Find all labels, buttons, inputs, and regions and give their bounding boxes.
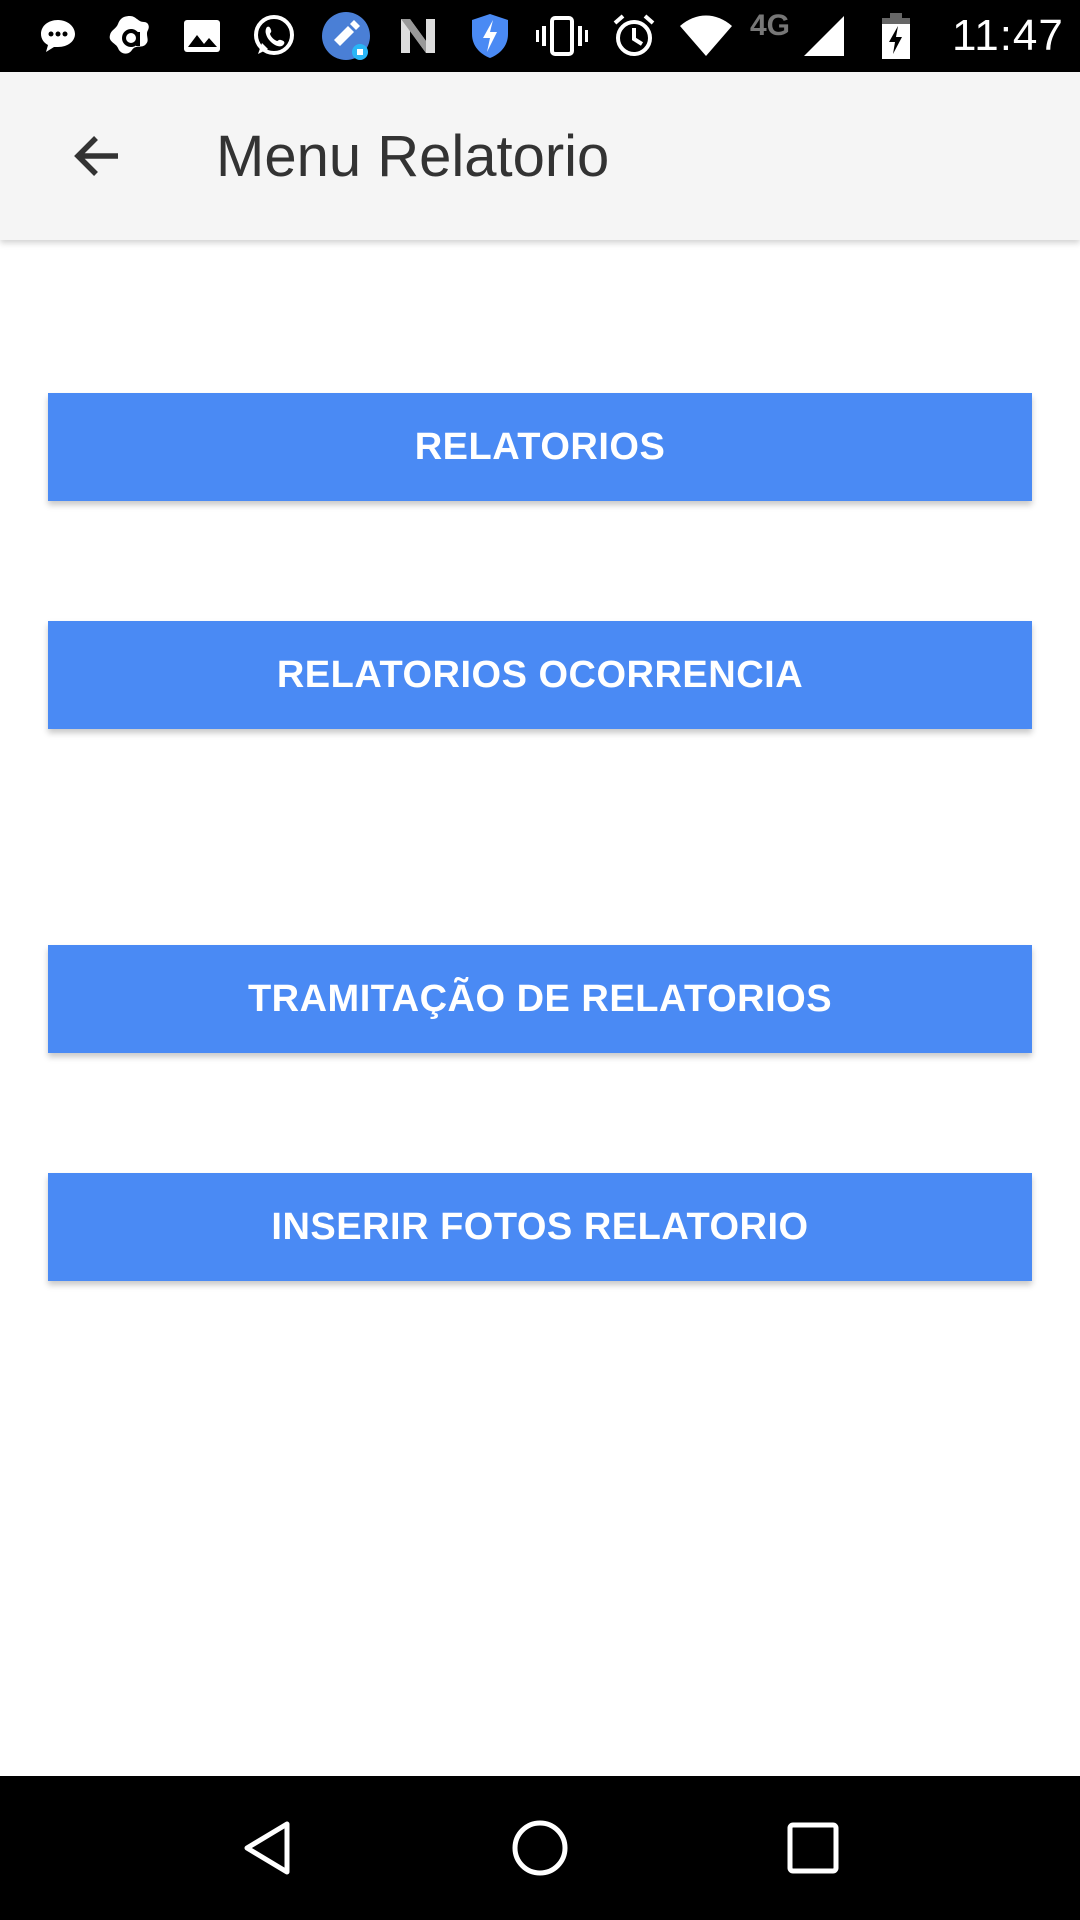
system-nav-bar [0, 1776, 1080, 1920]
app-bar: Menu Relatorio [0, 72, 1080, 240]
signal-icon [796, 8, 852, 64]
clock-time: 11:47 [952, 11, 1064, 60]
alarm-icon [606, 8, 662, 64]
vibrate-icon [534, 8, 590, 64]
back-triangle-icon [244, 1821, 290, 1875]
back-button[interactable] [36, 96, 156, 216]
n-app-icon [390, 8, 446, 64]
arrow-left-icon [74, 136, 118, 176]
page-title: Menu Relatorio [216, 123, 610, 189]
chat-bubble-icon [30, 8, 86, 64]
battery-charging-icon [868, 8, 924, 64]
network-type-label: 4G [750, 9, 791, 42]
image-icon [174, 8, 230, 64]
notification-icons [0, 0, 750, 72]
home-circle-icon [512, 1820, 568, 1876]
nav-home-button[interactable] [490, 1798, 590, 1898]
nav-back-button[interactable] [217, 1798, 317, 1898]
tramitacao-relatorios-button[interactable]: TRAMITAÇÃO DE RELATORIOS [48, 945, 1032, 1053]
recents-square-icon [787, 1822, 839, 1874]
status-bar: 4G 11:47 [0, 0, 1080, 72]
cleaner-icon [318, 8, 374, 64]
app-a-icon [102, 8, 158, 64]
relatorios-button[interactable]: RELATORIOS [48, 393, 1032, 501]
wifi-icon [678, 8, 734, 64]
whatsapp-icon [246, 8, 302, 64]
nav-recents-button[interactable] [763, 1798, 863, 1898]
status-right: 4G 11:47 [750, 8, 1080, 64]
shield-icon [462, 8, 518, 64]
inserir-fotos-relatorio-button[interactable]: INSERIR FOTOS RELATORIO [48, 1173, 1032, 1281]
relatorios-ocorrencia-button[interactable]: RELATORIOS OCORRENCIA [48, 621, 1032, 729]
